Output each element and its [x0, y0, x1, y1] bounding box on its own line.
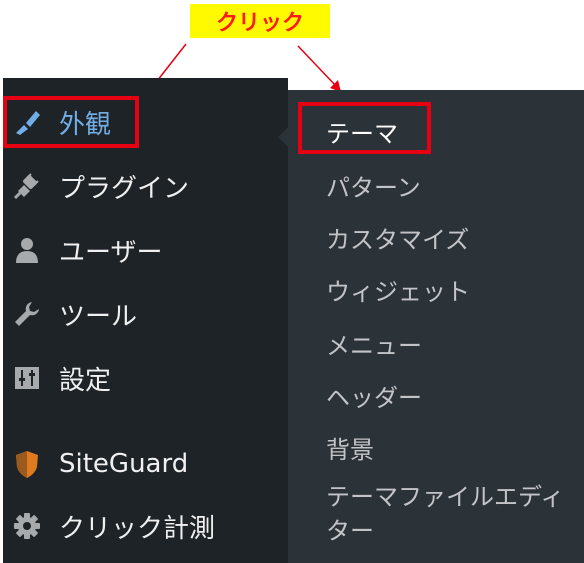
wrench-icon — [11, 298, 43, 330]
sidebar-item-users[interactable]: ユーザー — [3, 220, 288, 280]
sidebar-item-label: プラグイン — [59, 173, 190, 204]
sidebar-item-label: ユーザー — [59, 237, 163, 268]
sidebar-item-plugins[interactable]: プラグイン — [3, 156, 288, 216]
submenu-item-customize[interactable]: カスタマイズ — [326, 220, 469, 255]
sidebar-item-siteguard[interactable]: SiteGuard — [3, 434, 288, 494]
sidebar-item-label: SiteGuard — [59, 449, 189, 479]
user-icon — [11, 234, 43, 266]
submenu-item-menus[interactable]: メニュー — [326, 326, 422, 361]
gear-icon — [11, 510, 43, 542]
sidebar-item-label: クリック計測 — [59, 513, 216, 544]
submenu-item-patterns[interactable]: パターン — [326, 168, 421, 203]
sidebar-item-tools[interactable]: ツール — [3, 284, 288, 344]
plugin-icon — [11, 170, 43, 202]
submenu-item-widgets[interactable]: ウィジェット — [326, 272, 470, 307]
submenu-item-header[interactable]: ヘッダー — [326, 378, 422, 413]
sidebar-item-click-measure[interactable]: クリック計測 — [3, 496, 288, 556]
appearance-highlight-box — [3, 96, 139, 148]
sidebar-item-settings[interactable]: 設定 — [3, 348, 288, 408]
admin-sidebar: 外観 プラグイン ユーザー ツール 設定 SiteGuard クリック計測 — [3, 78, 291, 563]
themes-highlight-box — [298, 102, 431, 154]
arrow-to-submenu — [297, 45, 337, 87]
sidebar-item-label: 設定 — [59, 365, 112, 396]
siteguard-shield-icon — [11, 448, 43, 480]
submenu-item-background[interactable]: 背景 — [326, 430, 374, 465]
appearance-submenu: テーマ パターン カスタマイズ ウィジェット メニュー ヘッダー 背景 テーマフ… — [288, 90, 584, 563]
submenu-item-theme-file-editor[interactable]: テーマファイルエディター — [326, 480, 576, 548]
sidebar-item-label: ツール — [59, 301, 138, 332]
settings-sliders-icon — [11, 362, 43, 394]
